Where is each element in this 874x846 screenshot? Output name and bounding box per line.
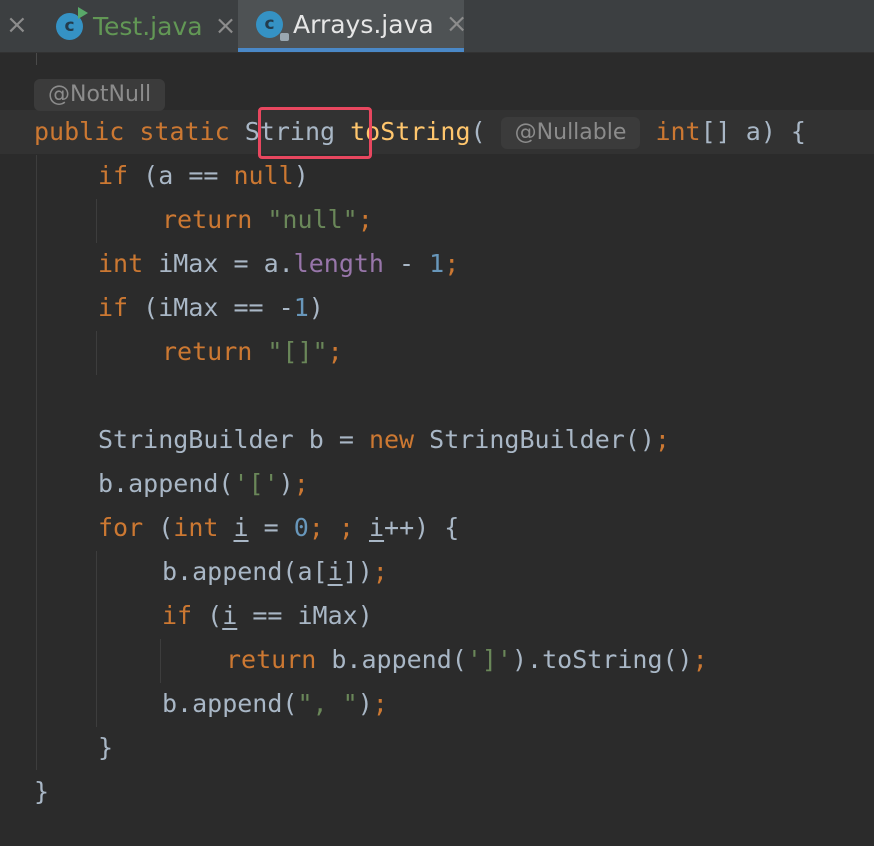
code-line-16: }: [34, 777, 50, 806]
code-line-12: if (i == iMax): [162, 601, 373, 630]
code-line-2: if (a == null): [98, 161, 309, 190]
indent-guide: [96, 199, 97, 243]
tab-label: Test.java: [93, 11, 203, 41]
code-line-8: StringBuilder b = new StringBuilder();: [98, 425, 670, 454]
java-class-icon: c: [56, 6, 88, 40]
code-line-11: b.append(a[i]);: [162, 557, 388, 586]
tab-arrays-java[interactable]: c Arrays.java ×: [238, 0, 467, 52]
nullable-annotation-hint: @Nullable: [500, 117, 641, 149]
close-icon[interactable]: ×: [446, 9, 468, 39]
tab-test-java[interactable]: c Test.java ×: [54, 0, 238, 52]
notnull-annotation-hint: @NotNull: [34, 79, 166, 111]
tab-label: Arrays.java: [293, 9, 434, 39]
code-line-5: if (iMax == -1): [98, 293, 324, 322]
indent-guide: [160, 639, 161, 683]
close-icon[interactable]: ×: [6, 10, 28, 40]
code-line-14: b.append(", ");: [162, 689, 388, 718]
code-line-3: return "null";: [162, 205, 373, 234]
indent-guide: [36, 53, 37, 65]
code-line-6: return "[]";: [162, 337, 343, 366]
indent-guide: [96, 551, 97, 727]
code-line-10: for (int i = 0; ; i++) {: [98, 513, 460, 542]
code-line-9: b.append('[');: [98, 469, 309, 498]
code-line-1: public static String toString( @Nullable…: [34, 110, 806, 154]
indent-guide: [96, 331, 97, 375]
code-editor[interactable]: @NotNull public static String toString( …: [0, 53, 874, 846]
close-icon[interactable]: ×: [215, 11, 237, 41]
code-line-4: int iMax = a.length - 1;: [98, 249, 460, 278]
code-line-15: }: [98, 733, 114, 762]
java-class-icon: c: [256, 10, 289, 41]
indent-guide: [36, 155, 37, 770]
editor-tab-bar: × c Test.java × c Arrays.java ×: [0, 0, 874, 53]
return-type-highlight-box: [258, 107, 372, 159]
code-line-13: return b.append(']').toString();: [226, 645, 708, 674]
